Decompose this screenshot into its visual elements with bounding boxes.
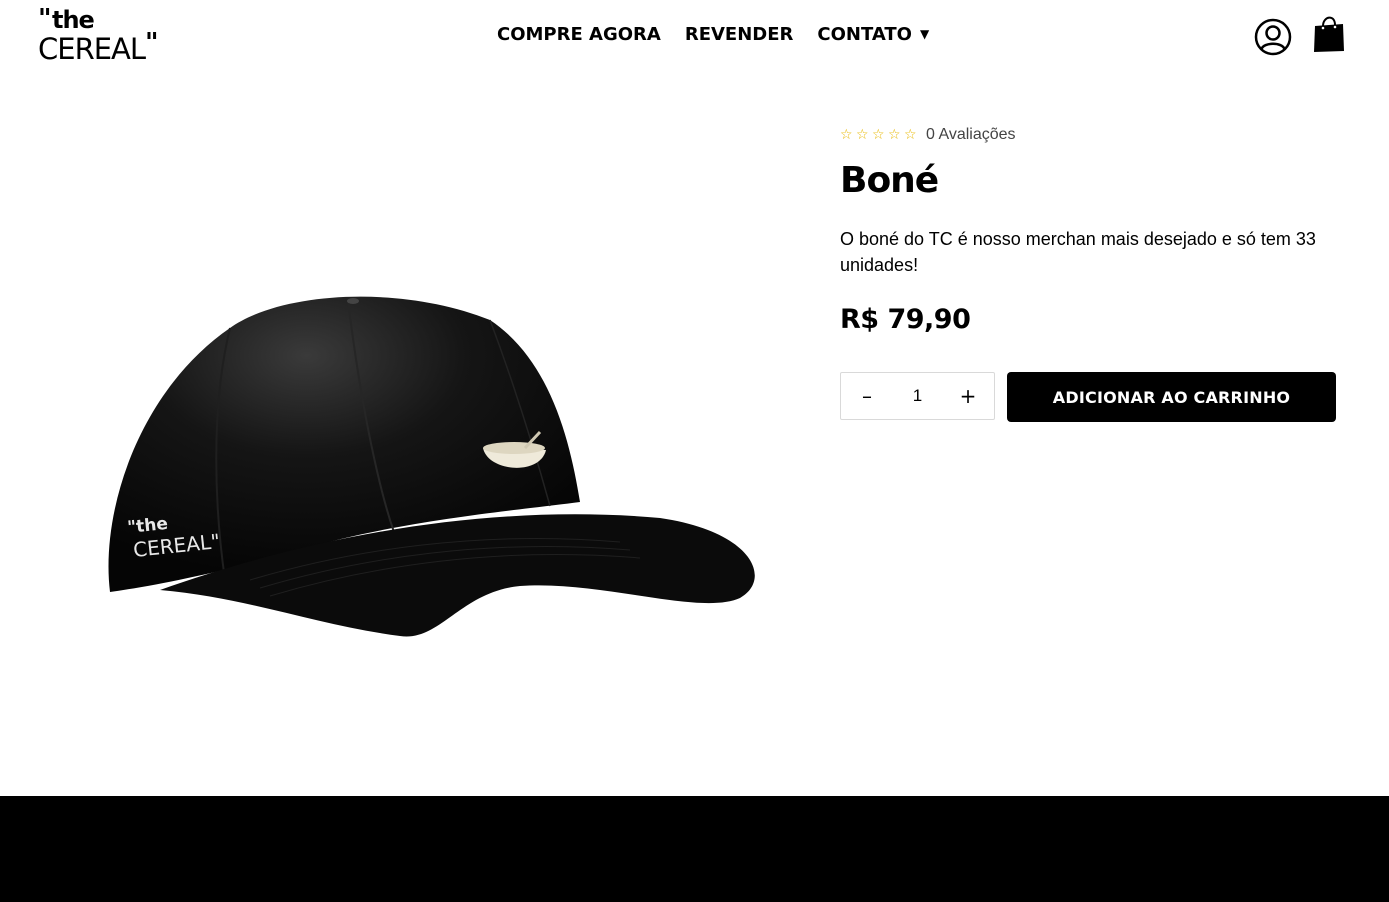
quantity-stepper: – 1 + — [840, 372, 995, 420]
product-description: O boné do TC é nosso merchan mais deseja… — [840, 229, 1316, 275]
star-empty-icon: ☆ — [840, 127, 853, 143]
user-account-icon[interactable] — [1254, 18, 1292, 56]
product-title: Boné — [840, 160, 939, 201]
nav-contato-label: CONTATO — [817, 24, 912, 45]
nav-revender[interactable]: REVENDER — [685, 24, 794, 45]
logo-quote-open: " — [38, 4, 52, 34]
logo-quote-close: " — [145, 28, 159, 58]
footer — [0, 796, 1389, 902]
star-empty-icon: ☆ — [872, 127, 885, 143]
product-price: R$ 79,90 — [840, 304, 971, 335]
decrease-quantity-button[interactable]: – — [841, 373, 893, 419]
product-image: "the CEREAL" — [108, 296, 755, 637]
product-rating[interactable]: ☆ ☆ ☆ ☆ ☆ 0 Avaliações — [840, 126, 1016, 144]
star-empty-icon: ☆ — [904, 127, 917, 143]
nav-compre-agora[interactable]: COMPRE AGORA — [497, 24, 661, 45]
main-nav: COMPRE AGORA REVENDER CONTATO ▼ — [497, 24, 929, 45]
nav-contato[interactable]: CONTATO ▼ — [817, 24, 929, 45]
increase-quantity-button[interactable]: + — [942, 373, 994, 419]
star-empty-icon: ☆ — [856, 127, 869, 143]
add-to-cart-button[interactable]: ADICIONAR AO CARRINHO — [1007, 372, 1336, 422]
logo-top-text: the — [52, 6, 95, 34]
chevron-down-icon: ▼ — [919, 27, 930, 41]
rating-stars: ☆ ☆ ☆ ☆ ☆ — [840, 127, 920, 143]
logo-bottom-text: CEREAL — [38, 32, 146, 66]
star-empty-icon: ☆ — [888, 127, 901, 143]
review-count[interactable]: 0 Avaliações — [926, 126, 1016, 144]
shopping-bag-icon[interactable] — [1313, 14, 1345, 54]
quantity-value[interactable]: 1 — [898, 386, 938, 406]
brand-logo[interactable]: " the CEREAL " — [38, 4, 160, 66]
